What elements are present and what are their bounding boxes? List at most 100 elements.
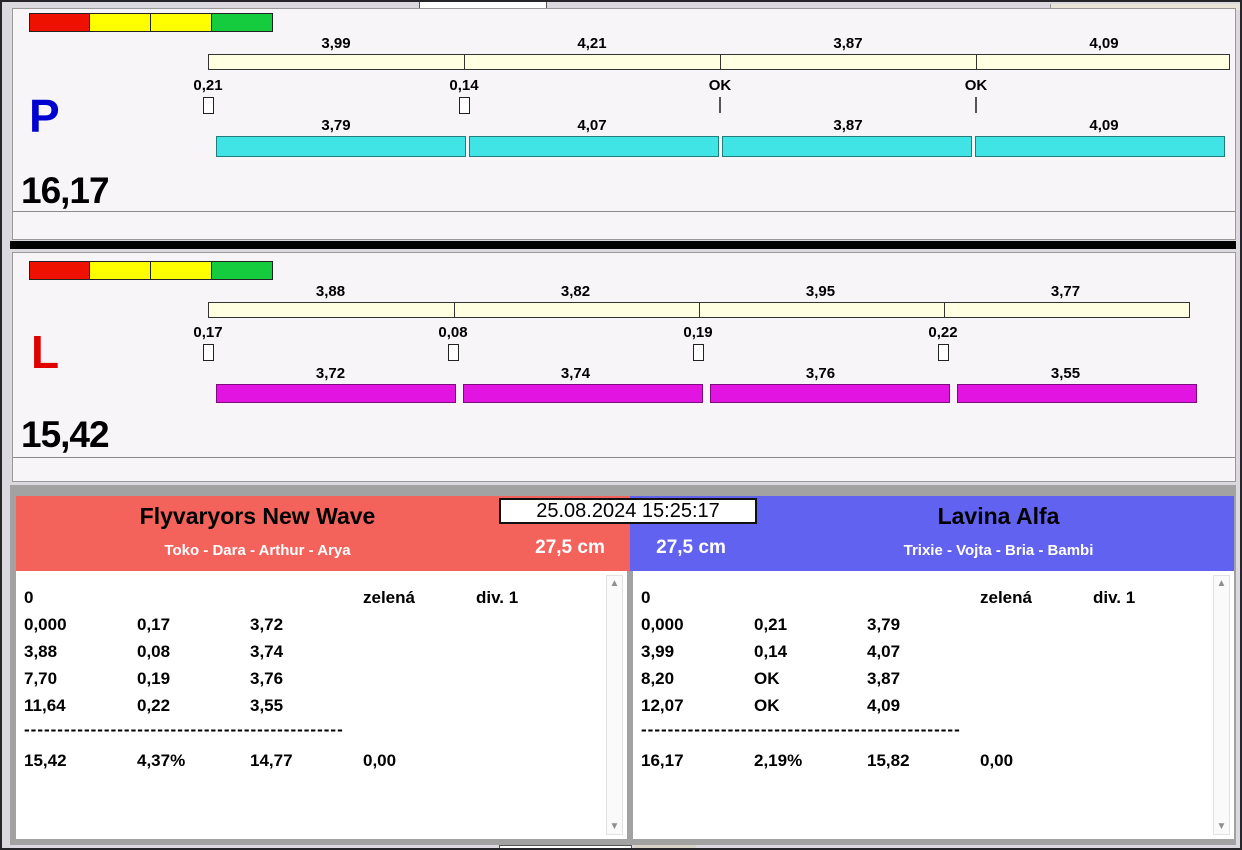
bottom-split-time: 4,07 (577, 117, 607, 134)
table-totals-row: 16,17 2,19% 15,82 0,00 (633, 747, 1234, 774)
race-timestamp: 25.08.2024 15:25:17 (499, 498, 757, 524)
lane-footer-strip (13, 457, 1235, 481)
traffic-yellow2-light (151, 13, 212, 32)
table-row: 0,000 0,21 3,79 (633, 611, 1234, 638)
team-dogs: Trixie - Vojta - Bria - Bambi (903, 542, 1094, 559)
table-cell: 3,79 (867, 615, 901, 634)
lane-divider (10, 241, 1236, 249)
team-dogs: Toko - Dara - Arthur - Arya (164, 542, 351, 559)
gate-mark: 0,22 (928, 324, 958, 341)
lane-panel-l: 3,88 3,82 3,95 3,77 0,17 0,08 0,19 0,22 … (12, 252, 1236, 482)
lane-total-time: 16,17 (21, 170, 110, 211)
table-cell: 3,55 (250, 696, 284, 715)
top-split-time: 3,82 (560, 283, 591, 300)
traffic-green-light (212, 13, 273, 32)
table-cell: 0,21 (754, 615, 788, 634)
scroll-up-icon[interactable]: ▲ (1217, 578, 1227, 589)
table-info-row: 0 zelená div. 1 (633, 584, 1234, 611)
table-row: 7,70 0,19 3,76 (16, 665, 627, 692)
table-cell: 3,99 (641, 642, 675, 661)
table-cell: zelená (363, 588, 415, 607)
top-split-time: 3,88 (315, 283, 346, 300)
traffic-red-light (29, 13, 90, 32)
gate-marker-box (459, 97, 470, 114)
bar-tick (699, 303, 700, 317)
table-row: 3,88 0,08 3,74 (16, 638, 627, 665)
table-cell: 0,17 (137, 615, 171, 634)
dog-run-bar (957, 384, 1197, 403)
bottom-split-time: 4,09 (1089, 117, 1119, 134)
table-cell: 15,42 (24, 751, 67, 770)
table-totals-row: 15,42 4,37% 14,77 0,00 (16, 747, 627, 774)
top-split-time: 4,21 (577, 35, 607, 52)
result-table-left: 0 zelená div. 1 0,000 0,17 3,72 3,88 0,08 3,74… (16, 571, 627, 839)
gate-mark: 0,14 (449, 77, 479, 94)
table-cell: 0,14 (754, 642, 788, 661)
scroll-down-icon[interactable]: ▼ (1217, 821, 1227, 832)
top-split-time: 4,09 (1089, 35, 1119, 52)
bottom-split-time: 3,72 (315, 365, 346, 382)
gate-marker-box (938, 344, 949, 361)
table-cell: 3,72 (250, 615, 284, 634)
table-row: 0,000 0,17 3,72 (16, 611, 627, 638)
gate-marker-box (203, 97, 214, 114)
traffic-yellow1-light (90, 13, 151, 32)
table-cell: 0,08 (137, 642, 171, 661)
lane-letter-l: L (31, 326, 60, 378)
top-split-time: 3,87 (833, 35, 863, 52)
top-split-time: 3,77 (1050, 283, 1081, 300)
dog-run-bar (216, 136, 466, 157)
dog-run-bar (710, 384, 950, 403)
scroll-up-icon[interactable]: ▲ (610, 578, 620, 589)
table-cell: 0,00 (980, 751, 1014, 770)
bottom-split-time: 3,79 (321, 117, 351, 134)
teams-section: Flyvaryors New Wave Toko - Dara - Arthur… (10, 485, 1236, 845)
traffic-red-light (29, 261, 90, 280)
top-split-time: 3,95 (805, 283, 836, 300)
table-cell: 3,76 (250, 669, 284, 688)
team-panel-left: Flyvaryors New Wave Toko - Dara - Arthur… (16, 496, 630, 839)
scroll-down-icon[interactable]: ▼ (610, 821, 620, 832)
table-cell: 0,19 (137, 669, 171, 688)
gate-mark: OK (708, 77, 732, 94)
traffic-yellow2-light (151, 261, 212, 280)
team-name: Lavina Alfa (937, 503, 1060, 529)
bar-tick (454, 303, 455, 317)
start-traffic-light (29, 13, 273, 32)
table-cell: div. 1 (1093, 588, 1136, 607)
dog-run-bar (975, 136, 1225, 157)
gate-mark: 0,19 (683, 324, 713, 341)
gate-mark: 0,08 (438, 324, 468, 341)
table-cell: 8,20 (641, 669, 675, 688)
table-cell: 4,07 (867, 642, 901, 661)
table-cell: 4,09 (867, 696, 901, 715)
table-cell: 0 (641, 588, 651, 607)
table-cell: 7,70 (24, 669, 58, 688)
lane-letter-p: P (29, 90, 60, 142)
bottom-split-time: 3,76 (805, 365, 836, 382)
bottom-split-time: 3,87 (833, 117, 863, 134)
table-cell: 14,77 (250, 751, 293, 770)
background-window-fragment-bottom-2 (634, 845, 696, 848)
table-divider: ----------------------------------------… (641, 720, 961, 739)
gate-mark: 0,17 (193, 324, 223, 341)
table-cell: 11,64 (24, 696, 66, 715)
traffic-green-light (212, 261, 273, 280)
gate-mark: OK (964, 77, 988, 94)
table-cell: div. 1 (476, 588, 519, 607)
table-divider: ----------------------------------------… (24, 720, 344, 739)
table-cell: 0,000 (24, 615, 67, 634)
jump-height: 27,5 cm (656, 537, 726, 558)
lane-total-time: 15,42 (21, 414, 110, 455)
scrollbar[interactable]: ▲ ▼ (606, 575, 623, 835)
scrollbar[interactable]: ▲ ▼ (1213, 575, 1230, 835)
gate-marker-box (693, 344, 704, 361)
team-name: Flyvaryors New Wave (139, 503, 376, 529)
traffic-yellow1-light (90, 261, 151, 280)
gate-mark: 0,21 (193, 77, 223, 94)
bottom-split-time: 3,74 (560, 365, 591, 382)
table-cell: OK (754, 669, 780, 688)
table-cell: 12,07 (641, 696, 684, 715)
table-cell: 0,000 (641, 615, 684, 634)
table-row: 8,20 OK 3,87 (633, 665, 1234, 692)
